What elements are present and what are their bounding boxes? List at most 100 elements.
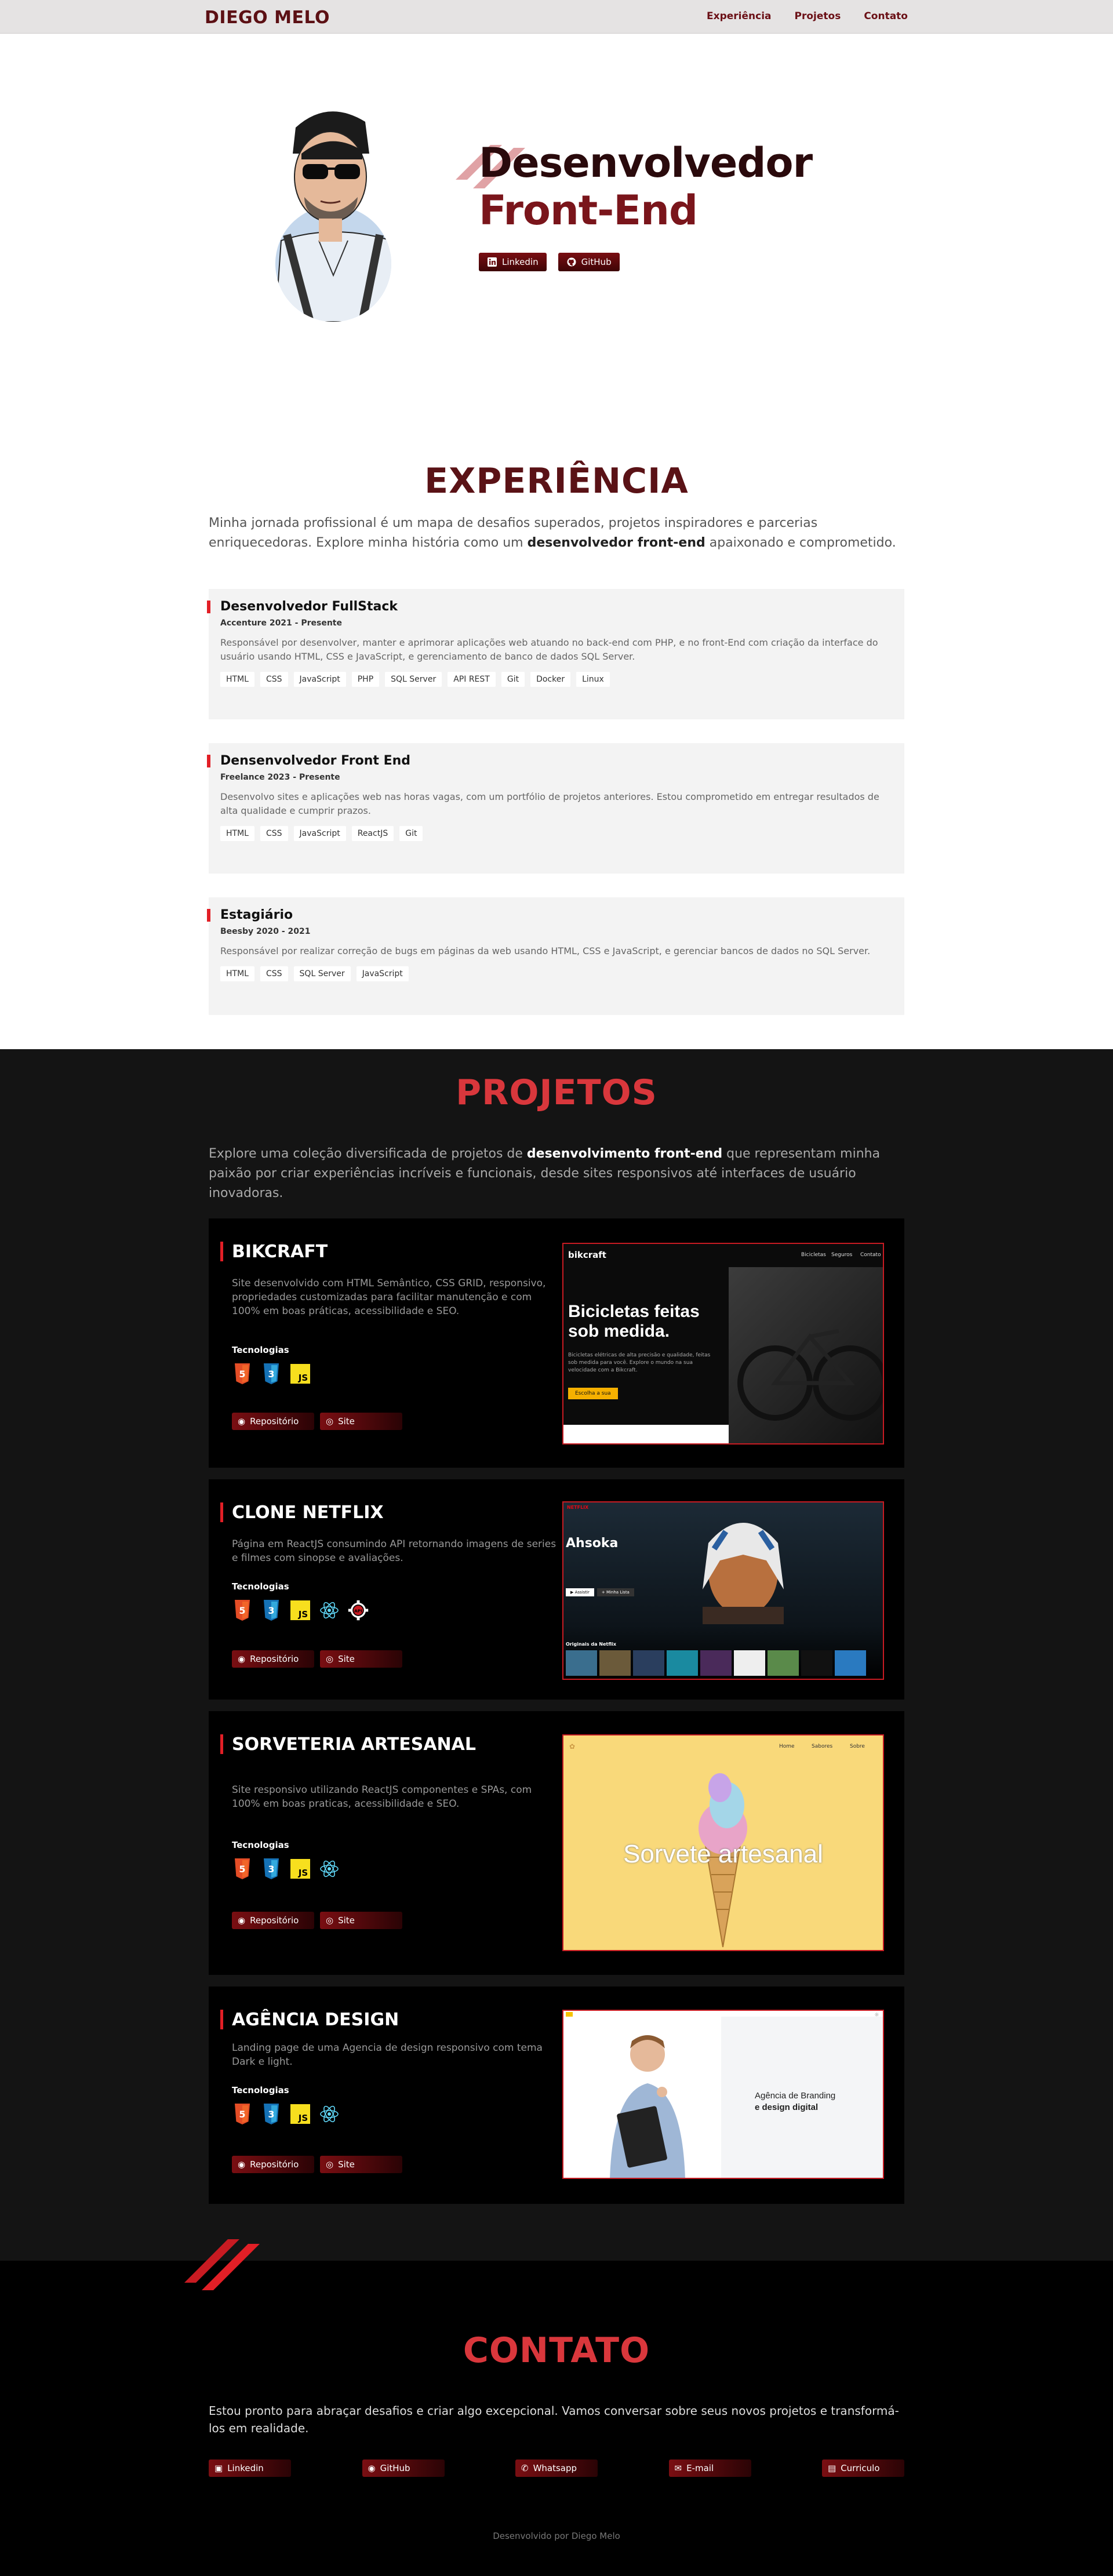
tech-tag: JavaScript	[293, 672, 346, 687]
job-role: Desenvolvedor FullStack	[220, 599, 398, 614]
globe-icon: ◎	[326, 1654, 334, 1664]
globe-icon: ◎	[326, 1416, 334, 1427]
svg-text:JS: JS	[298, 2113, 308, 2123]
job-tags: HTML CSS SQL Server JavaScript	[220, 966, 887, 981]
react-icon	[319, 2102, 340, 2126]
projects-intro-text: Explore uma coleção diversificada de pro…	[209, 1147, 527, 1161]
job-role: Densenvolvedor Front End	[220, 754, 411, 768]
contact-resume-button[interactable]: ▤ Curriculo	[822, 2459, 904, 2477]
tech-tag: HTML	[220, 966, 254, 981]
svg-text:JS: JS	[298, 1609, 308, 1620]
tech-tag: HTML	[220, 672, 254, 687]
project-screenshot[interactable]: ✿ Home Sabores Sobre Sorvete artesanal	[562, 1734, 884, 1951]
tech-label: Tecnologias	[232, 1840, 289, 1850]
experience-intro-text-end: apaixonado e comprometido.	[705, 536, 896, 550]
job-description: Desenvolvo sites e aplicações web nas ho…	[220, 791, 879, 816]
nav-link-experiencia[interactable]: Experiência	[707, 10, 772, 22]
job-meta: Beesby 2020 - 2021	[220, 927, 311, 936]
nav-link-contato[interactable]: Contato	[864, 10, 908, 22]
svg-text:JS: JS	[298, 1373, 308, 1383]
mock-nav-item: Seguros	[831, 1252, 853, 1258]
tech-tag: API REST	[448, 672, 496, 687]
github-icon: ◉	[238, 2159, 246, 2170]
brand-logo[interactable]: DIEGO MELO	[205, 8, 330, 28]
mock-nav-item: Contato	[860, 1252, 881, 1258]
mock-nav-item: Bicicletas	[801, 1252, 826, 1258]
tech-icons: 5 3 JS	[232, 2102, 340, 2126]
mock-nav: bikcraft Bicicletas Seguros Contato	[563, 1244, 883, 1267]
github-button[interactable]: GitHub	[558, 253, 620, 271]
experience-card: Estagiário Beesby 2020 - 2021 Responsáve…	[207, 897, 904, 1015]
mock-nav-item: Sobre	[850, 1744, 865, 1749]
man-with-laptop-image	[610, 2035, 685, 2178]
contact-github-button[interactable]: ◉ GitHub	[362, 2459, 445, 2477]
project-description: Página em ReactJS consumindo API retorna…	[232, 1538, 556, 1564]
contact-whatsapp-button[interactable]: ✆ Whatsapp	[515, 2459, 598, 2477]
contact-title: CONTATO	[463, 2330, 650, 2371]
thumbnail	[768, 1650, 799, 1676]
svg-text:3: 3	[268, 1605, 274, 1616]
projects-intro-bold: desenvolvimento front-end	[526, 1147, 723, 1161]
project-description: Site desenvolvido com HTML Semântico, CS…	[232, 1278, 546, 1317]
project-screenshot[interactable]: ☼ Agência de Branding e design digital	[562, 2010, 884, 2179]
js-icon: JS	[290, 2102, 311, 2126]
repository-button[interactable]: ◉ Repositório	[232, 2156, 314, 2173]
experience-card: Desenvolvedor FullStack Accenture 2021 -…	[207, 589, 904, 719]
mock-play-button: ▶ Assistir	[566, 1588, 594, 1596]
tech-tag: JavaScript	[356, 966, 409, 981]
tech-tag: CSS	[260, 966, 288, 981]
site-label: Site	[338, 1915, 355, 1926]
main-nav: Experiência Projetos Contato	[707, 10, 908, 22]
tech-tag: ReactJS	[351, 826, 394, 841]
contact-email-label: E-mail	[686, 2463, 714, 2473]
css3-icon: 3	[261, 1362, 282, 1385]
react-icon	[319, 1857, 340, 1880]
svg-text:JS: JS	[298, 1868, 308, 1878]
tech-label: Tecnologias	[232, 1345, 289, 1355]
decorative-stripes	[184, 2239, 260, 2290]
mock-headline: Ahsoka	[566, 1536, 619, 1551]
svg-text:5: 5	[239, 1605, 245, 1616]
nav-link-projetos[interactable]: Projetos	[795, 10, 841, 22]
site-button[interactable]: ◎ Site	[320, 2156, 402, 2173]
contact-linkedin-button[interactable]: ▣ Linkedin	[209, 2459, 291, 2477]
tech-tag: Docker	[530, 672, 571, 687]
project-screenshot[interactable]: bikcraft Bicicletas Seguros Contato Bici…	[562, 1243, 884, 1445]
experience-card: Densenvolvedor Front End Freelance 2023 …	[207, 743, 904, 874]
repository-label: Repositório	[250, 1416, 299, 1427]
github-icon	[566, 257, 577, 267]
linkedin-icon: ▣	[214, 2463, 223, 2473]
thumbnail	[633, 1650, 664, 1676]
avatar-illustration	[275, 111, 391, 322]
job-description: Responsável por desenvolver, manter e ap…	[220, 637, 878, 662]
js-icon: JS	[290, 1857, 311, 1880]
tech-tag: SQL Server	[293, 966, 351, 981]
contact-email-button[interactable]: ✉ E-mail	[668, 2459, 751, 2477]
mock-line1: Agência de Branding	[755, 2091, 836, 2101]
tech-tag: CSS	[260, 672, 288, 687]
tech-tag: HTML	[220, 826, 254, 841]
site-label: Site	[338, 1654, 355, 1664]
site-button[interactable]: ◎ Site	[320, 1912, 402, 1929]
mock-text: Bicicletas elétricas de alta precisão e …	[568, 1352, 711, 1373]
contact-github-label: GitHub	[380, 2463, 410, 2473]
thumbnail	[835, 1650, 866, 1676]
hero-character-image	[703, 1523, 784, 1624]
site-label: Site	[338, 2159, 355, 2170]
contact-linkedin-label: Linkedin	[227, 2463, 264, 2473]
contact-resume-label: Curriculo	[841, 2463, 880, 2473]
repository-button[interactable]: ◉ Repositório	[232, 1912, 314, 1929]
site-button[interactable]: ◎ Site	[320, 1413, 402, 1430]
linkedin-button[interactable]: Linkedin	[479, 253, 547, 271]
css3-icon: 3	[261, 2102, 282, 2126]
linkedin-button-label: Linkedin	[502, 257, 539, 267]
tech-tag: SQL Server	[385, 672, 442, 687]
repository-button[interactable]: ◉ Repositório	[232, 1650, 314, 1668]
tech-tag: Git	[399, 826, 423, 841]
globe-icon: ◎	[326, 1915, 334, 1926]
site-button[interactable]: ◎ Site	[320, 1650, 402, 1668]
repository-button[interactable]: ◉ Repositório	[232, 1413, 314, 1430]
project-screenshot[interactable]: NETFLIX Ahsoka ▶ Assistir + Minha Lista …	[562, 1501, 884, 1680]
site-label: Site	[338, 1416, 355, 1427]
css3-icon: 3	[261, 1857, 282, 1880]
